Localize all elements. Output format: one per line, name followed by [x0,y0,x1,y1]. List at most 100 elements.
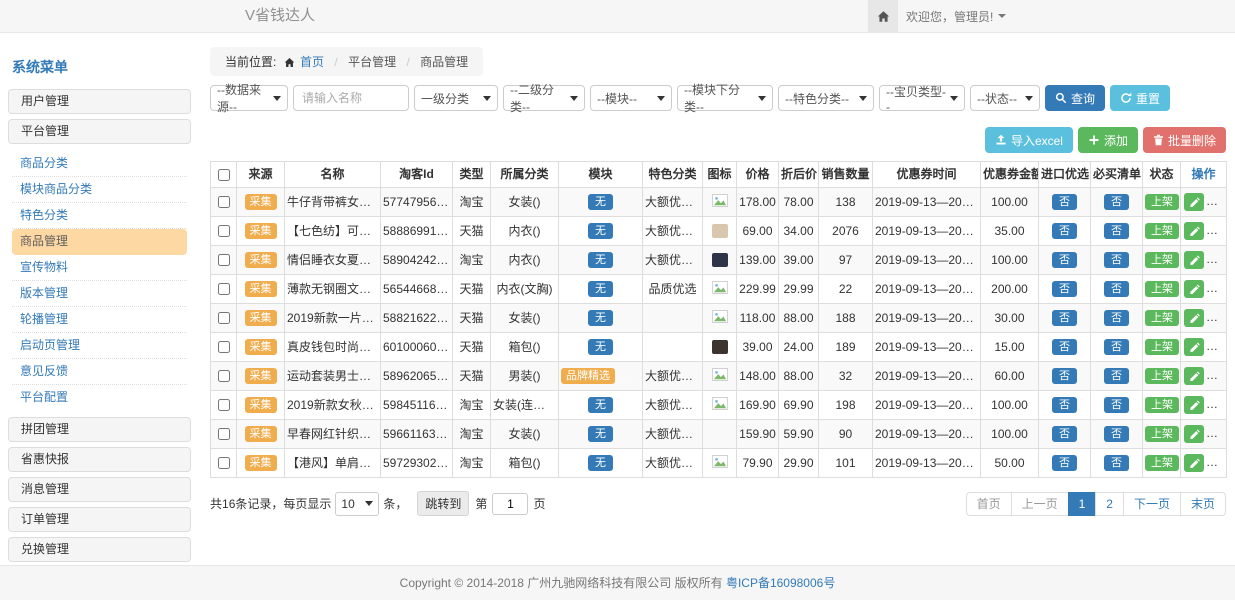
select-all-checkbox[interactable] [218,169,230,181]
sidebar-group-order[interactable]: 订单管理 [8,507,191,532]
imported-toggle[interactable]: 否 [1052,252,1077,268]
edit-button[interactable] [1184,222,1204,240]
sidebar-item-platform-config[interactable]: 平台配置 [12,385,187,410]
row-checkbox[interactable] [218,254,230,266]
sidebar-item-feedback[interactable]: 意见反馈 [12,359,187,385]
edit-button[interactable] [1184,454,1204,472]
row-checkbox[interactable] [218,457,230,469]
sidebar-group-platform[interactable]: 平台管理 [8,119,191,144]
must-buy-toggle[interactable]: 否 [1104,339,1129,355]
edit-button[interactable] [1184,193,1204,211]
edit-button[interactable] [1184,280,1204,298]
edit-button[interactable] [1184,396,1204,414]
import-excel-button[interactable]: 导入excel [985,127,1073,153]
status-toggle[interactable]: 上架 [1145,339,1179,355]
status-toggle[interactable]: 上架 [1145,223,1179,239]
status-toggle[interactable]: 上架 [1145,455,1179,471]
row-checkbox[interactable] [218,370,230,382]
status-toggle[interactable]: 上架 [1145,368,1179,384]
module-sub-category-select[interactable]: --模块下分类-- [677,85,773,111]
imported-toggle[interactable]: 否 [1052,397,1077,413]
imported-toggle[interactable]: 否 [1052,426,1077,442]
status-toggle[interactable]: 上架 [1145,281,1179,297]
brand-title[interactable]: V省钱达人 [245,0,315,32]
must-buy-toggle[interactable]: 否 [1104,310,1129,326]
data-source-select[interactable]: --数据来源-- [210,85,288,111]
sidebar-item-promo-material[interactable]: 宣传物料 [12,255,187,281]
imported-toggle[interactable]: 否 [1052,194,1077,210]
row-checkbox[interactable] [218,196,230,208]
must-buy-toggle[interactable]: 否 [1104,368,1129,384]
user-menu[interactable]: 欢迎您，管理员! [906,0,1006,32]
module-badge[interactable]: 无 [588,310,613,326]
module-badge[interactable]: 无 [588,426,613,442]
sidebar-group-user[interactable]: 用户管理 [8,89,191,114]
row-checkbox[interactable] [218,283,230,295]
breadcrumb-home-link[interactable]: 首页 [300,55,324,69]
status-select[interactable]: --状态-- [970,85,1040,111]
must-buy-toggle[interactable]: 否 [1104,397,1129,413]
row-checkbox[interactable] [218,225,230,237]
pager-next[interactable]: 下一页 [1123,492,1181,516]
edit-button[interactable] [1184,338,1204,356]
imported-toggle[interactable]: 否 [1052,455,1077,471]
icp-link[interactable]: 粤ICP备16098006号 [726,576,835,590]
row-checkbox[interactable] [218,399,230,411]
pager-prev[interactable]: 上一页 [1011,492,1069,516]
per-page-select[interactable]: 10 [335,492,379,516]
module-badge[interactable]: 无 [588,281,613,297]
batch-delete-button[interactable]: 批量删除 [1143,127,1226,153]
sidebar-item-splash-manage[interactable]: 启动页管理 [12,333,187,359]
level1-category-select[interactable]: 一级分类 [414,85,498,111]
sidebar-group-group-buy[interactable]: 拼团管理 [8,417,191,442]
row-checkbox[interactable] [218,341,230,353]
sidebar-item-carousel-manage[interactable]: 轮播管理 [12,307,187,333]
imported-toggle[interactable]: 否 [1052,223,1077,239]
page-number-input[interactable] [492,493,528,515]
sidebar-item-version-manage[interactable]: 版本管理 [12,281,187,307]
module-badge[interactable]: 品牌精选 [561,368,615,384]
sidebar-group-message[interactable]: 消息管理 [8,477,191,502]
pager-first[interactable]: 首页 [966,492,1012,516]
imported-toggle[interactable]: 否 [1052,339,1077,355]
feature-category-select[interactable]: --特色分类-- [778,85,874,111]
edit-button[interactable] [1184,367,1204,385]
imported-toggle[interactable]: 否 [1052,368,1077,384]
module-badge[interactable]: 无 [588,194,613,210]
sidebar-item-goods-manage[interactable]: 商品管理 [12,229,187,255]
module-select[interactable]: --模块-- [590,85,672,111]
sidebar-group-exchange[interactable]: 兑换管理 [8,537,191,562]
status-toggle[interactable]: 上架 [1145,397,1179,413]
must-buy-toggle[interactable]: 否 [1104,281,1129,297]
pager-page-1[interactable]: 1 [1068,492,1097,516]
must-buy-toggle[interactable]: 否 [1104,252,1129,268]
sidebar-group-savings-express[interactable]: 省惠快报 [8,447,191,472]
must-buy-toggle[interactable]: 否 [1104,426,1129,442]
status-toggle[interactable]: 上架 [1145,252,1179,268]
module-badge[interactable]: 无 [588,339,613,355]
status-toggle[interactable]: 上架 [1145,194,1179,210]
name-search-input[interactable] [293,85,409,111]
pager-last[interactable]: 末页 [1180,492,1226,516]
edit-button[interactable] [1184,251,1204,269]
edit-button[interactable] [1184,309,1204,327]
module-badge[interactable]: 无 [588,223,613,239]
module-badge[interactable]: 无 [588,397,613,413]
row-checkbox[interactable] [218,428,230,440]
module-badge[interactable]: 无 [588,252,613,268]
home-nav-button[interactable] [868,0,898,32]
imported-toggle[interactable]: 否 [1052,310,1077,326]
imported-toggle[interactable]: 否 [1052,281,1077,297]
must-buy-toggle[interactable]: 否 [1104,455,1129,471]
sidebar-item-module-goods-category[interactable]: 模块商品分类 [12,177,187,203]
status-toggle[interactable]: 上架 [1145,310,1179,326]
level2-category-select[interactable]: --二级分类-- [503,85,585,111]
reset-button[interactable]: 重置 [1110,85,1170,111]
sidebar-item-goods-category[interactable]: 商品分类 [12,151,187,177]
add-button[interactable]: 添加 [1078,127,1138,153]
edit-button[interactable] [1184,425,1204,443]
jump-button[interactable]: 跳转到 [417,491,469,516]
sidebar-item-feature-category[interactable]: 特色分类 [12,203,187,229]
item-type-select[interactable]: --宝贝类型-- [879,85,965,111]
must-buy-toggle[interactable]: 否 [1104,223,1129,239]
